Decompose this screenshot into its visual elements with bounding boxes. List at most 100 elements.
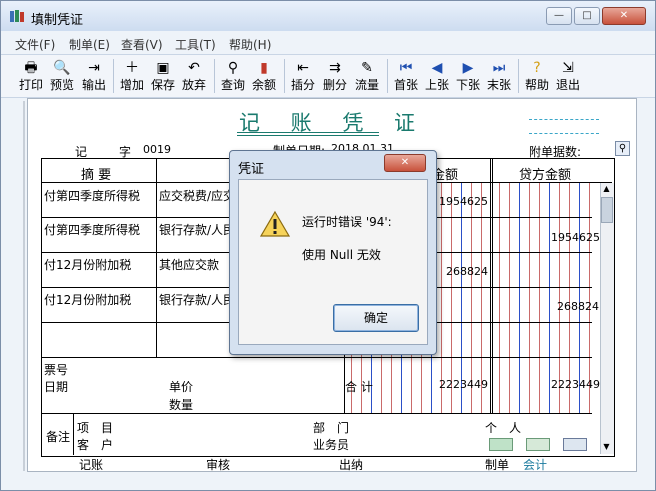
row-2-summary[interactable]: 付第四季度所得税 bbox=[44, 221, 140, 238]
insert-entry-button[interactable]: ⇤ 插分 bbox=[287, 57, 319, 95]
app-icon bbox=[10, 10, 24, 22]
date-row-label: 日期 bbox=[44, 380, 69, 394]
footer-maker: 制单 bbox=[485, 458, 510, 472]
toolbar: 🖶 打印 🔍 预览 ⇥ 输出 ＋增加 ▣ 保存 ↶ 放弃 ⚲ 查询 ▮ 余额 ⇤ 插分 ⇉ 删分 … bbox=[1, 54, 655, 98]
menu-tools[interactable]: 工具(T) bbox=[175, 36, 216, 53]
add-button[interactable]: ＋增加 bbox=[116, 57, 148, 95]
toolbar-separator bbox=[113, 59, 114, 93]
save-button[interactable]: ▣ 保存 bbox=[147, 57, 179, 95]
dialog-close-button[interactable]: ✕ bbox=[384, 154, 426, 172]
window-title: 填制凭证 bbox=[31, 13, 84, 28]
qty-label: 数量 bbox=[169, 398, 194, 412]
binoculars-icon: ⚲ bbox=[227, 60, 239, 76]
footer-audit: 审核 bbox=[206, 458, 231, 472]
title-bar: 填制凭证 — □ ✕ bbox=[1, 1, 655, 31]
menu-view[interactable]: 查看(V) bbox=[121, 36, 163, 53]
card-icon[interactable] bbox=[526, 438, 550, 451]
total-debit: 2223449 bbox=[439, 378, 488, 391]
row-1-account[interactable]: 应交税费/应交 bbox=[159, 187, 235, 204]
delete-row-icon: ⇉ bbox=[329, 60, 341, 76]
menu-file[interactable]: 文件(F) bbox=[15, 36, 55, 53]
unit-price-label: 单价 bbox=[169, 380, 194, 394]
dialog-title: 凭证 bbox=[238, 162, 265, 177]
footer-bookkeeping: 记账 bbox=[79, 458, 104, 472]
export-button[interactable]: ⇥ 输出 bbox=[78, 57, 110, 95]
total-label: 合 计 bbox=[345, 380, 373, 394]
first-icon: ⏮ bbox=[399, 60, 413, 76]
ok-button[interactable]: 确定 bbox=[333, 304, 419, 332]
last-button[interactable]: ⏭ 末张 bbox=[483, 57, 515, 95]
footer-accounting: 会计 bbox=[523, 458, 548, 472]
next-button[interactable]: ▶ 下张 bbox=[452, 57, 484, 95]
row-1-debit[interactable]: 1954625 bbox=[439, 195, 488, 208]
menu-help[interactable]: 帮助(H) bbox=[229, 36, 271, 53]
row-2-account[interactable]: 银行存款/人民 bbox=[159, 221, 235, 238]
row-4-account[interactable]: 银行存款/人民 bbox=[159, 291, 235, 308]
toolbar-separator bbox=[214, 59, 215, 93]
next-icon: ▶ bbox=[462, 60, 474, 76]
person-label: 个 人 bbox=[485, 421, 522, 435]
help-button[interactable]: ? 帮助 bbox=[521, 57, 553, 95]
scroll-down-icon[interactable]: ▼ bbox=[601, 442, 612, 452]
exit-icon: ⇲ bbox=[562, 60, 574, 76]
preview-button[interactable]: 🔍 预览 bbox=[46, 57, 78, 95]
toolbar-separator bbox=[387, 59, 388, 93]
row-4-credit[interactable]: 268824 bbox=[557, 300, 599, 313]
customer-label: 客 户 bbox=[77, 438, 114, 452]
save-icon: ▣ bbox=[156, 60, 170, 76]
card-icon[interactable] bbox=[489, 438, 513, 451]
add-icon: ＋ bbox=[125, 60, 139, 76]
col-credit: 贷方金额 bbox=[519, 168, 572, 183]
dialog-message: 运行时错误 '94': bbox=[302, 215, 392, 229]
warning-icon bbox=[260, 210, 290, 237]
minimize-button[interactable]: — bbox=[546, 7, 572, 25]
ticket-label: 票号 bbox=[44, 363, 69, 377]
vertical-scrollbar[interactable] bbox=[600, 183, 614, 454]
col-summary: 摘 要 bbox=[81, 168, 112, 183]
help-icon: ? bbox=[533, 60, 541, 76]
discard-button[interactable]: ↶ 放弃 bbox=[178, 57, 210, 95]
export-icon: ⇥ bbox=[88, 60, 100, 76]
undo-icon: ↶ bbox=[188, 60, 200, 76]
preview-icon: 🔍 bbox=[53, 60, 71, 76]
pen-card-icon[interactable] bbox=[563, 438, 587, 451]
maximize-button[interactable]: □ bbox=[574, 7, 600, 25]
remark-label: 备注 bbox=[46, 430, 71, 444]
dept-label: 部 门 bbox=[313, 421, 350, 435]
close-button[interactable]: ✕ bbox=[602, 7, 646, 25]
last-icon: ⏭ bbox=[492, 60, 506, 76]
bar-chart-icon: ▮ bbox=[260, 60, 268, 76]
row-1-summary[interactable]: 付第四季度所得税 bbox=[44, 187, 140, 204]
menu-voucher[interactable]: 制单(E) bbox=[69, 36, 110, 53]
row-3-summary[interactable]: 付12月份附加税 bbox=[44, 256, 131, 273]
delete-entry-button[interactable]: ⇉ 删分 bbox=[319, 57, 351, 95]
voucher-number[interactable]: 0019 bbox=[143, 143, 171, 156]
row-3-debit[interactable]: 268824 bbox=[446, 265, 488, 278]
insert-row-icon: ⇤ bbox=[297, 60, 309, 76]
project-label: 项 目 bbox=[77, 421, 114, 435]
first-button[interactable]: ⏮ 首张 bbox=[390, 57, 422, 95]
scroll-up-icon[interactable]: ▲ bbox=[601, 184, 612, 194]
printer-icon: 🖶 bbox=[24, 60, 38, 76]
balance-button[interactable]: ▮ 余额 bbox=[248, 57, 280, 95]
row-2-credit[interactable]: 1954625 bbox=[551, 231, 600, 244]
app-window: 填制凭证 — □ ✕ 文件(F) 制单(E) 查看(V) 工具(T) 帮助(H)… bbox=[0, 0, 656, 491]
total-credit: 2223449 bbox=[551, 378, 600, 391]
pencil-icon: ✎ bbox=[361, 60, 373, 76]
print-button[interactable]: 🖶 打印 bbox=[15, 57, 47, 95]
prev-button[interactable]: ◀ 上张 bbox=[421, 57, 453, 95]
menu-bar: 文件(F) 制单(E) 查看(V) 工具(T) 帮助(H) bbox=[1, 33, 655, 53]
row-4-summary[interactable]: 付12月份附加税 bbox=[44, 291, 131, 308]
footer-cashier: 出纳 bbox=[339, 458, 364, 472]
dialog-detail: 使用 Null 无效 bbox=[302, 248, 381, 262]
row-3-account[interactable]: 其他应交款 bbox=[159, 256, 219, 273]
cashflow-button[interactable]: ✎ 流量 bbox=[351, 57, 383, 95]
prev-icon: ◀ bbox=[431, 60, 443, 76]
toolbar-separator bbox=[284, 59, 285, 93]
exit-button[interactable]: ⇲ 退出 bbox=[552, 57, 584, 95]
staff-label: 业务员 bbox=[313, 438, 350, 452]
toolbar-separator bbox=[518, 59, 519, 93]
search-icon[interactable]: ⚲ bbox=[615, 141, 630, 156]
query-button[interactable]: ⚲ 查询 bbox=[217, 57, 249, 95]
scroll-thumb[interactable] bbox=[601, 197, 613, 223]
